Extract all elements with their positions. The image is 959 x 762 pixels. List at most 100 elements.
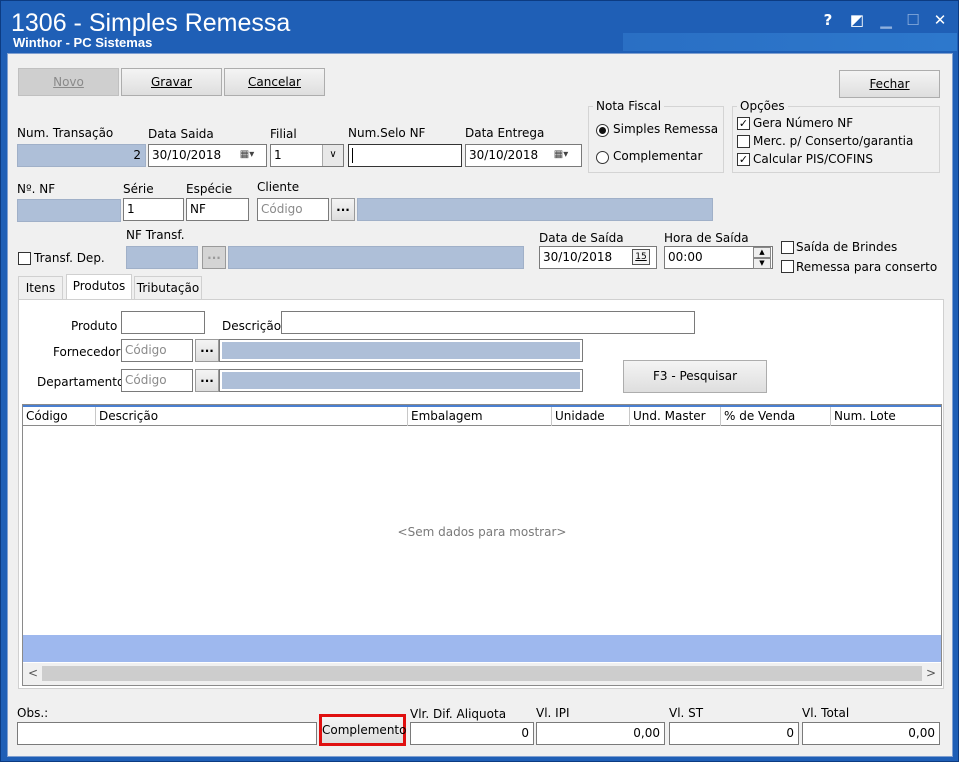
data-saida-label: Data Saida (148, 127, 214, 141)
close-icon[interactable]: ✕ (929, 10, 951, 30)
remessa-conserto-label: Remessa para conserto (796, 260, 938, 274)
saida-brindes-checkbox[interactable] (781, 241, 794, 254)
cliente-code-field[interactable]: Código (257, 198, 329, 221)
opcoes-title: Opções (737, 99, 788, 113)
departamento-search-button[interactable]: ... (195, 369, 219, 392)
window-title: 1306 - Simples Remessa (11, 9, 291, 37)
simples-remessa-radio[interactable] (596, 124, 609, 137)
opcoes-group: Opções ✓ Gera Número NF Merc. p/ Consert… (732, 99, 940, 173)
serie-field[interactable]: 1 (123, 198, 184, 221)
tab-itens[interactable]: Itens (18, 276, 63, 300)
num-selo-label: Num.Selo NF (348, 126, 426, 140)
fornecedor-label: Fornecedor (53, 345, 121, 359)
departamento-label: Departamento (37, 375, 125, 389)
calcular-pis-cofins-label: Calcular PIS/COFINS (753, 152, 873, 166)
calendar-dropdown-icon[interactable]: ▦▾ (237, 147, 257, 164)
window-subtitle: Winthor - PC Sistemas (13, 35, 153, 50)
fornecedor-name-box (219, 339, 583, 362)
obs-field[interactable] (17, 722, 317, 745)
column-header-percent-venda[interactable]: % de Venda (721, 407, 831, 426)
app-window: 1306 - Simples Remessa Winthor - PC Sist… (0, 0, 959, 762)
horizontal-scrollbar[interactable]: < > (23, 663, 941, 685)
column-header-embalagem[interactable]: Embalagem (408, 407, 552, 426)
text-cursor (352, 148, 353, 163)
column-header-und-master[interactable]: Und. Master (630, 407, 721, 426)
vl-st-label: Vl. ST (669, 706, 704, 720)
data-saida-value: 30/10/2018 (152, 148, 222, 162)
produtos-panel: Produto Descrição Fornecedor Código ... … (18, 299, 944, 689)
especie-label: Espécie (186, 182, 233, 196)
minimize-icon[interactable]: ▁ (875, 10, 897, 30)
merc-conserto-label: Merc. p/ Conserto/garantia (753, 134, 914, 148)
complemento-button[interactable]: Complemento (319, 714, 406, 746)
calcular-pis-cofins-checkbox[interactable]: ✓ (737, 153, 750, 166)
nf-transf-name-field (228, 246, 524, 269)
spin-down-icon[interactable]: ▼ (753, 258, 771, 269)
cancelar-button[interactable]: Cancelar (224, 68, 325, 96)
nota-fiscal-group: Nota Fiscal Simples Remessa Complementar (588, 99, 724, 173)
fechar-button[interactable]: Fechar (839, 70, 940, 98)
data-de-saida-value: 30/10/2018 (543, 250, 613, 264)
column-header-num-lote[interactable]: Num. Lote (831, 407, 941, 426)
descricao-field[interactable] (281, 311, 695, 334)
serie-label: Série (123, 182, 154, 196)
complementar-radio[interactable] (596, 151, 609, 164)
scroll-right-icon[interactable]: > (923, 665, 939, 683)
spin-up-icon[interactable]: ▲ (753, 247, 771, 258)
produto-label: Produto (71, 319, 118, 333)
column-header-unidade[interactable]: Unidade (552, 407, 630, 426)
pesquisar-button[interactable]: F3 - Pesquisar (623, 360, 767, 393)
column-header-codigo[interactable]: Código (23, 407, 96, 426)
vlr-dif-aliquota-label: Vlr. Dif. Aliquota (410, 707, 507, 721)
cliente-search-button[interactable]: ... (331, 198, 355, 221)
nf-transf-search-button[interactable]: ... (202, 246, 226, 269)
especie-field[interactable]: NF (186, 198, 249, 221)
scrollbar-thumb[interactable] (42, 666, 922, 681)
merc-conserto-checkbox[interactable] (737, 135, 750, 148)
departamento-name-field (222, 372, 580, 389)
data-entrega-label: Data Entrega (465, 126, 545, 140)
hora-saida-value: 00:00 (668, 250, 703, 264)
gera-numero-nf-checkbox[interactable]: ✓ (737, 117, 750, 130)
novo-button[interactable]: Novo (18, 68, 119, 96)
chevron-down-icon[interactable]: ∨ (322, 145, 343, 166)
departamento-name-box (219, 369, 583, 392)
tab-produtos[interactable]: Produtos (66, 274, 132, 300)
vlr-dif-aliquota-field: 0 (410, 722, 534, 745)
gera-numero-nf-label: Gera Número NF (753, 116, 854, 130)
obs-label: Obs.: (17, 706, 49, 720)
maximize-icon[interactable]: ☐ (902, 10, 924, 30)
help-icon[interactable]: ? (817, 10, 839, 30)
tab-strip: Itens Produtos Tributação (18, 274, 318, 300)
num-selo-field[interactable] (348, 144, 462, 167)
cliente-name-field (357, 198, 713, 221)
title-decoration (623, 33, 957, 51)
filial-value: 1 (274, 148, 282, 162)
remessa-conserto-checkbox[interactable] (781, 260, 794, 273)
num-nf-field (17, 199, 121, 222)
data-entrega-value: 30/10/2018 (469, 148, 539, 162)
nf-transf-field (126, 246, 198, 269)
cliente-label: Cliente (257, 180, 300, 194)
calendar-icon[interactable]: 15 (632, 249, 650, 265)
fornecedor-search-button[interactable]: ... (195, 339, 219, 362)
grid-header: Código Descrição Embalagem Unidade Und. … (23, 405, 941, 426)
gravar-button[interactable]: Gravar (121, 68, 222, 96)
calendar-dropdown-icon[interactable]: ▦▾ (551, 147, 571, 164)
produto-field[interactable] (121, 311, 205, 334)
departamento-code-field[interactable]: Código (121, 369, 193, 392)
restore-icon[interactable]: ◩ (846, 10, 868, 30)
scroll-left-icon[interactable]: < (25, 665, 41, 683)
num-nf-label: Nº. NF (17, 182, 56, 196)
title-bar[interactable]: 1306 - Simples Remessa Winthor - PC Sist… (1, 1, 958, 51)
data-de-saida-label: Data de Saída (539, 231, 624, 245)
main-form: Novo Gravar Cancelar Fechar Nota Fiscal … (7, 53, 953, 757)
tab-tributacao[interactable]: Tributação (134, 276, 202, 300)
fornecedor-placeholder: Código (125, 343, 167, 357)
grid-summary-row (23, 635, 941, 662)
fornecedor-code-field[interactable]: Código (121, 339, 193, 362)
transf-dep-checkbox[interactable] (18, 252, 31, 265)
grid-empty-message: <Sem dados para mostrar> (397, 525, 567, 539)
column-header-descricao[interactable]: Descrição (96, 407, 408, 426)
vl-ipi-label: Vl. IPI (536, 706, 570, 720)
